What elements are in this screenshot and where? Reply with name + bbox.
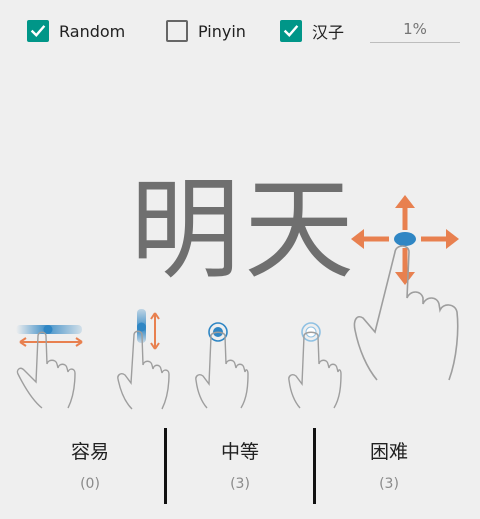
hard-label: 困难: [369, 441, 408, 463]
checkbox-checked-icon: [280, 20, 302, 42]
checkbox-checked-icon: [27, 20, 49, 42]
tap-light-icon: [286, 318, 342, 410]
pinyin-label: Pinyin: [198, 21, 246, 41]
difficulty-buttons: 容易 (0) 中等 (3) 困难 (3): [0, 428, 480, 504]
swipe-vertical-icon: [114, 305, 174, 413]
progress-percent: 1%: [370, 18, 460, 43]
tap-icon: [193, 318, 249, 410]
hard-count: (3): [379, 476, 399, 492]
easy-button[interactable]: 容易 (0): [15, 428, 165, 504]
easy-label: 容易: [70, 441, 109, 463]
medium-count: (3): [230, 476, 250, 492]
random-label: Random: [59, 21, 126, 41]
pinyin-checkbox[interactable]: Pinyin: [166, 19, 246, 43]
easy-count: (0): [80, 476, 100, 492]
hard-button[interactable]: 困难 (3): [314, 428, 464, 504]
medium-button[interactable]: 中等 (3): [165, 428, 315, 504]
options-bar: Random Pinyin 汉子 1%: [0, 0, 480, 62]
hanzi-label: 汉子: [312, 23, 345, 42]
swipe-horizontal-icon: [12, 312, 88, 412]
random-checkbox[interactable]: Random: [27, 19, 125, 43]
hanzi-checkbox[interactable]: 汉子: [280, 19, 344, 43]
medium-label: 中等: [220, 441, 259, 463]
flashcard-word[interactable]: 明天: [130, 165, 360, 295]
checkbox-unchecked-icon: [166, 20, 188, 42]
drag-any-direction-icon: [345, 190, 470, 385]
